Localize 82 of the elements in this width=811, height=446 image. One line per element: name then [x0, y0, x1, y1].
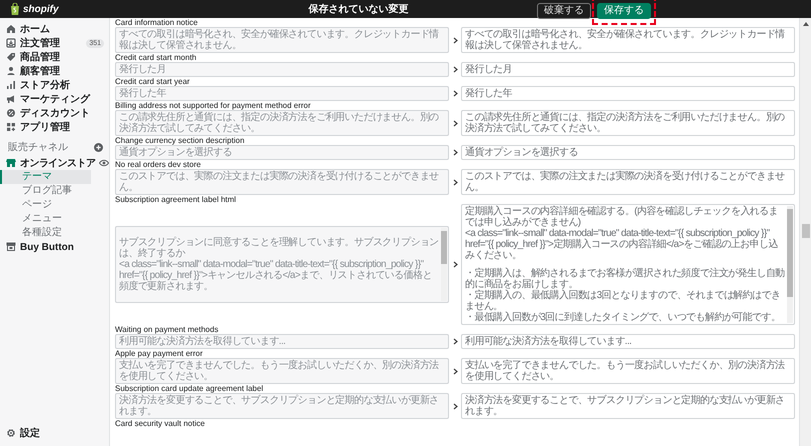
source-field: 発行した年	[115, 86, 449, 101]
translation-field[interactable]: 発行した月	[461, 62, 795, 77]
gear-icon	[6, 428, 16, 438]
eye-icon	[99, 159, 110, 167]
translation-field[interactable]: 通貨オプションを選択する	[461, 145, 795, 160]
nav-item[interactable]: 商品管理	[0, 50, 109, 64]
nav-item[interactable]: オンラインストア	[0, 156, 109, 170]
field-label: Card security vault notice	[115, 419, 206, 428]
sub-nav-item[interactable]: ページ	[0, 198, 91, 212]
field-label: Waiting on payment methods	[115, 325, 220, 334]
discard-button[interactable]: 破棄する	[537, 2, 591, 18]
nav-item[interactable]: マーケティング	[0, 92, 109, 106]
shop-window-icon	[6, 242, 16, 252]
scrollbar-thumb[interactable]	[787, 209, 793, 297]
chevron-right-icon	[452, 149, 458, 156]
nav-item[interactable]: ストア分析	[0, 78, 109, 92]
nav-item[interactable]: 顧客管理	[0, 64, 109, 78]
discount-icon	[6, 108, 16, 118]
source-field: この請求先住所と通貨には、指定の決済方法をご利用いただけません。別の決済方法で試してみてください。	[115, 110, 449, 136]
nav-item[interactable]: ディスカウント	[0, 106, 109, 120]
field-label: Card information notice	[115, 18, 199, 27]
translation-field[interactable]: 決済方法を変更することで、サブスクリプションと定期的な支払いが更新されます。	[461, 393, 795, 419]
apps-grid-icon	[6, 122, 16, 132]
chevron-right-icon	[452, 90, 458, 97]
translation-field[interactable]: この請求先住所と通貨には、指定の決済方法をご利用いただけません。別の決済方法で試してみてください。	[461, 110, 795, 136]
field-label: Change currency section description	[115, 136, 246, 145]
translation-field[interactable]: 支払いを完了できませんでした。もう一度お試しいただくか、別の決済方法を使用してください。	[461, 358, 795, 384]
unsaved-changes-title: 保存されていない変更	[307, 2, 410, 16]
nav-item[interactable]: Buy Button	[0, 240, 109, 254]
bar-chart-icon	[6, 80, 16, 90]
person-icon	[6, 66, 16, 76]
storefront-icon	[6, 158, 16, 168]
scrollbar-thumb[interactable]	[441, 231, 447, 264]
chevron-right-icon	[452, 402, 458, 410]
field-label: Billing address not supported for payment method error	[115, 101, 312, 110]
translation-field[interactable]: 発行した年	[461, 86, 795, 101]
save-button[interactable]: 保存する	[597, 2, 651, 18]
source-field: 利用可能な決済方法を取得しています...	[115, 334, 449, 349]
source-field: 決済方法を変更することで、サブスクリプションと定期的な支払いが更新されます。	[115, 393, 449, 419]
field-label: No real orders dev store	[115, 160, 202, 169]
chevron-right-icon	[452, 66, 458, 73]
translation-text-area[interactable]: 定期購入コースの内容詳細を確認する。(内容を確認しチェックを入れるまでは申し込みができません) <a class="link--small" data-modal="true" data-title-text="{{ subscription_policy }}" href="{{ policy_href }}">定期購入コースの内容詳細</a>をご確認の上お申し込みください。 ・定期購入は、解約されるまでお客様が選択された頻度で注文が発生し自動的に商品をお届けします。 ・定期購入の、最低購入回数は3回となりますので、それまでは解約はできません。 ・最低購入回数が3回に到達したタイミングで、いつでも解約が可能です。	[461, 204, 795, 325]
field-label: Credit card start month	[115, 53, 198, 62]
field-label: Subscription card update agreement label	[115, 384, 264, 393]
chevron-right-icon	[452, 368, 458, 374]
source-field: 支払いを完了できませんでした。もう一度お試しいただくか、別の決済方法を使用してください。	[115, 358, 449, 384]
translation-field[interactable]: 利用可能な決済方法を取得しています...	[461, 334, 795, 349]
sub-nav-item[interactable]: ブログ記事	[0, 184, 91, 198]
scrollbar[interactable]	[441, 228, 447, 301]
source-field: このストアでは、実際の注文または実際の決済を受け付けることができません。	[115, 169, 449, 195]
field-label: Subscription agreement label html	[115, 195, 237, 204]
translation-field[interactable]: すべての取引は暗号化され、安全が確保されています。クレジットカード情報は決して保管されません。	[461, 27, 795, 53]
source-text-area: サブスクリプションに同意することを理解しています。サブスクリプションは、終了するか <a class="link--small" data-modal="true" data-title-text="{{ subscription_policy }}" href="{{ policy_href }}">キャンセルされる</a>まで、リストされている価格と頻度で更新されます。	[115, 226, 449, 303]
sub-nav-item[interactable]: テーマ	[0, 170, 91, 184]
megaphone-icon	[6, 94, 16, 104]
scrollbar[interactable]	[787, 206, 793, 323]
chevron-right-icon	[452, 338, 458, 345]
scrollbar[interactable]	[799, 18, 811, 446]
add-icon	[94, 142, 103, 152]
source-field: 発行した月	[115, 62, 449, 77]
source-field: すべての取引は暗号化され、安全が確保されています。クレジットカード情報は決して保管されません。	[115, 27, 449, 53]
home-icon	[6, 24, 16, 34]
tag-icon	[6, 52, 16, 62]
scrollbar-thumb[interactable]	[802, 224, 810, 238]
shopping-bag-icon	[10, 3, 20, 15]
sub-nav-item[interactable]: メニュー	[0, 212, 91, 226]
nav-item[interactable]: 設定	[0, 426, 109, 440]
nav-item[interactable]: アプリ管理	[0, 120, 109, 134]
source-field: 通貨オプションを選択する	[115, 145, 449, 160]
inbox-icon	[6, 38, 16, 48]
nav-item[interactable]: ホーム	[0, 22, 109, 36]
chevron-right-icon	[452, 120, 458, 126]
field-label: Apple pay payment error	[115, 349, 204, 358]
sub-nav-item[interactable]: 各種設定	[0, 226, 91, 240]
chevron-right-icon	[452, 36, 458, 44]
up-arrow-icon	[802, 22, 808, 26]
chevron-right-icon	[452, 178, 458, 186]
chevron-right-icon	[452, 261, 458, 268]
field-label: Credit card start year	[115, 77, 191, 86]
translation-field[interactable]: このストアでは、実際の注文または実際の決済を受け付けることができません。	[461, 169, 795, 195]
logo-text: shopify	[23, 4, 59, 14]
section-title: 販売チャネル	[8, 140, 68, 154]
